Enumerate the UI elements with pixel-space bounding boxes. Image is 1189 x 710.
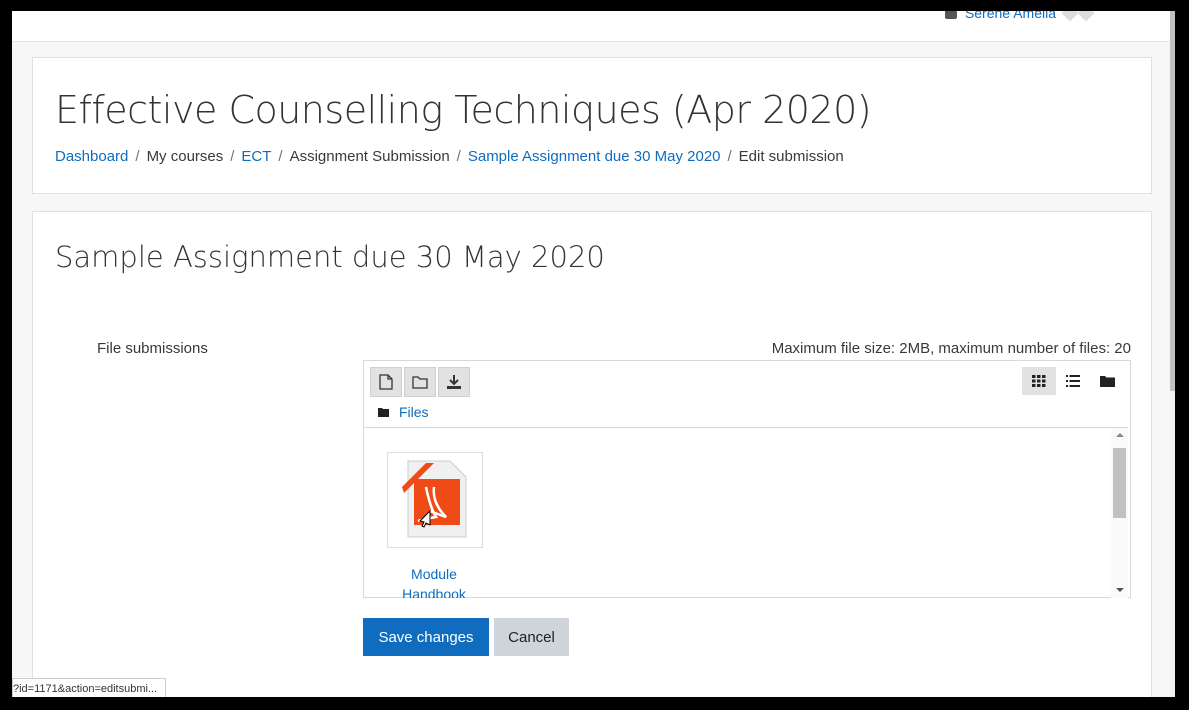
page-header: Effective Counselling Techniques (Apr 20… bbox=[32, 57, 1152, 194]
breadcrumb-separator: / bbox=[230, 148, 235, 165]
assignment-title: Sample Assignment due 30 May 2020 bbox=[55, 240, 605, 274]
scroll-thumb[interactable] bbox=[1113, 448, 1126, 518]
file-path-breadcrumb: Files bbox=[378, 404, 429, 420]
breadcrumb-assignment-submission: Assignment Submission bbox=[289, 148, 450, 165]
scroll-down-icon[interactable] bbox=[1116, 588, 1124, 592]
grid-view-icon[interactable] bbox=[1022, 367, 1056, 395]
file-item[interactable] bbox=[387, 452, 483, 548]
top-navbar: Serene Amelia bbox=[12, 11, 1170, 42]
breadcrumb-separator: / bbox=[456, 148, 461, 165]
file-manager: Files Module Handbook bbox=[363, 360, 1131, 598]
breadcrumb-separator: / bbox=[727, 148, 732, 165]
user-menu[interactable]: Serene Amelia bbox=[944, 11, 1095, 22]
breadcrumb-ect[interactable]: ECT bbox=[241, 148, 271, 165]
notification-bell-icon[interactable] bbox=[944, 11, 957, 19]
breadcrumb-dashboard[interactable]: Dashboard bbox=[55, 148, 128, 165]
file-name[interactable]: Module bbox=[384, 566, 484, 582]
page-scroll-thumb[interactable] bbox=[1170, 11, 1175, 391]
tree-view-icon[interactable] bbox=[1090, 367, 1124, 395]
cancel-button[interactable]: Cancel bbox=[494, 618, 569, 656]
files-root-link[interactable]: Files bbox=[399, 404, 429, 420]
page-title: Effective Counselling Techniques (Apr 20… bbox=[55, 88, 872, 132]
file-manager-toolbar bbox=[370, 367, 470, 397]
download-icon[interactable] bbox=[438, 367, 470, 397]
breadcrumb: Dashboard / My courses / ECT / Assignment Subm… bbox=[55, 148, 844, 165]
breadcrumb-separator: / bbox=[278, 148, 283, 165]
page-scrollbar[interactable] bbox=[1170, 11, 1175, 697]
list-view-icon[interactable] bbox=[1056, 367, 1090, 395]
avatar[interactable] bbox=[1061, 11, 1095, 22]
breadcrumb-sample-assignment[interactable]: Sample Assignment due 30 May 2020 bbox=[468, 148, 721, 165]
view-mode-toggle bbox=[1022, 367, 1124, 395]
breadcrumb-separator: / bbox=[135, 148, 140, 165]
status-url: ?id=1171&action=editsubmi... bbox=[12, 678, 167, 697]
browser-viewport: Serene Amelia Effective Counselling Tech… bbox=[12, 11, 1175, 697]
file-limits-text: Maximum file size: 2MB, maximum number o… bbox=[771, 340, 1131, 357]
save-changes-button[interactable]: Save changes bbox=[363, 618, 489, 656]
file-area-scrollbar[interactable] bbox=[1111, 428, 1128, 598]
pdf-file-icon bbox=[402, 460, 467, 538]
user-name[interactable]: Serene Amelia bbox=[965, 11, 1056, 21]
scroll-up-icon[interactable] bbox=[1116, 433, 1124, 437]
breadcrumb-edit-submission: Edit submission bbox=[738, 148, 844, 165]
main-content: Sample Assignment due 30 May 2020 File s… bbox=[32, 211, 1152, 697]
breadcrumb-my-courses: My courses bbox=[146, 148, 224, 165]
file-submissions-label: File submissions bbox=[97, 340, 208, 357]
add-file-icon[interactable] bbox=[370, 367, 402, 397]
folder-icon bbox=[378, 407, 389, 417]
file-name-overflow[interactable]: Handbook bbox=[384, 586, 484, 598]
file-area: Module Handbook bbox=[364, 427, 1128, 598]
create-folder-icon[interactable] bbox=[404, 367, 436, 397]
